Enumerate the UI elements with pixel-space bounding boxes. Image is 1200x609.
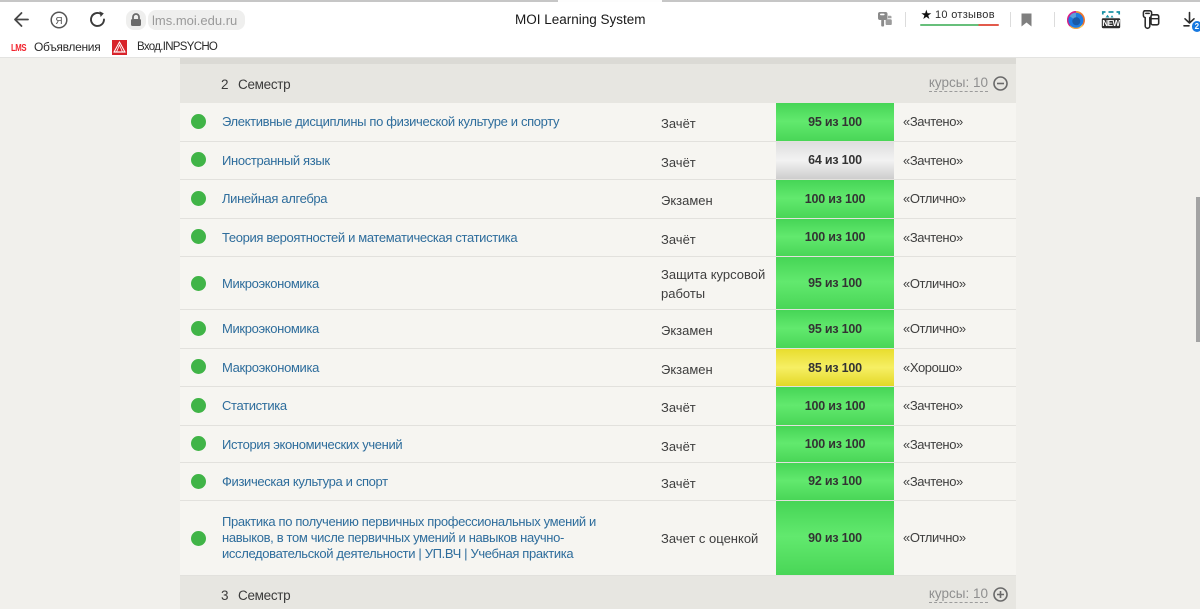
- svg-text:NEW: NEW: [1102, 19, 1120, 28]
- svg-text:Я: Я: [55, 16, 62, 27]
